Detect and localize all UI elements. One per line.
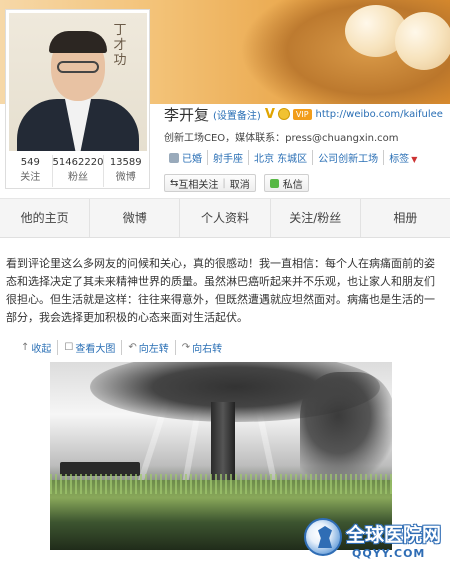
watermark-en: QQYY.COM <box>352 547 426 560</box>
tag-icon <box>169 152 179 163</box>
avatar-hair <box>49 31 107 53</box>
zoom-icon: ☐ <box>64 341 74 353</box>
collapse-button[interactable]: ↑ 收起 <box>13 340 57 355</box>
rotate-right-label: 向右转 <box>192 343 223 355</box>
follow-button[interactable]: ⇆ 互相关注 | 取消 <box>164 174 256 192</box>
stat-value: 13589 <box>109 157 142 168</box>
collapse-icon: ↑ <box>21 341 30 353</box>
stat-label: 粉丝 <box>68 172 88 183</box>
rotate-left-icon: ↶ <box>128 341 137 353</box>
hospital-logo-icon <box>304 518 342 556</box>
tab-home[interactable]: 他的主页 <box>0 199 91 237</box>
stat-value: 549 <box>20 157 40 168</box>
tag-zodiac[interactable]: 射手座 <box>207 149 248 165</box>
view-large-button[interactable]: ☐ 查看大图 <box>57 339 121 355</box>
tag-location[interactable]: 北京 东城区 <box>248 149 312 165</box>
mutual-follow-icon: ⇆ <box>170 177 179 189</box>
rotate-left-button[interactable]: ↶ 向左转 <box>121 339 174 355</box>
tag-company[interactable]: 公司创新工场 <box>312 149 383 165</box>
set-remark-link[interactable]: (设置备注) <box>213 107 261 122</box>
message-button[interactable]: 私信 <box>263 174 309 192</box>
profile-stats: 549 关注 51462220 粉丝 13589 微博 <box>9 155 147 187</box>
verified-icon: V <box>264 106 275 122</box>
profile-header: 丁 才 功 549 关注 51462220 粉丝 13589 微博 李开复 (设… <box>0 0 450 196</box>
grass-blades <box>50 474 392 494</box>
vip-badge: VIP <box>292 108 312 120</box>
rotate-left-label: 向左转 <box>138 343 169 355</box>
tab-album[interactable]: 相册 <box>361 199 450 237</box>
media-toolbar: ↑ 收起 ☐ 查看大图 ↶ 向左转 ↷ 向右转 <box>13 337 401 357</box>
triangle-down-icon: ▼ <box>411 154 418 164</box>
rotate-right-button[interactable]: ↷ 向右转 <box>174 339 228 355</box>
message-icon <box>269 178 279 188</box>
watermark-cn: 全球医院网 <box>346 524 442 546</box>
tag-label: 已婚 <box>182 153 202 165</box>
stat-value: 51462220 <box>52 157 104 168</box>
profile-name: 李开复 <box>164 105 210 124</box>
smile-icon <box>277 108 290 120</box>
post-text: 看到评论里这么多网友的问候和关心，真的很感动！我一直相信：每个人在病痛面前的姿态… <box>6 257 435 324</box>
egg-image <box>395 12 450 70</box>
site-watermark: 全球医院网 QQYY.COM <box>304 516 450 572</box>
avatar-glasses <box>57 61 99 73</box>
view-large-label: 查看大图 <box>75 343 116 355</box>
follow-label: 互相关注 <box>178 179 219 191</box>
tab-weibo[interactable]: 微博 <box>90 199 181 237</box>
tag-label: 标签 <box>389 153 410 165</box>
stat-following[interactable]: 549 关注 <box>9 155 53 187</box>
tab-profile[interactable]: 个人资料 <box>180 199 271 237</box>
profile-tabs: 他的主页 微博 个人资料 关注/粉丝 相册 <box>0 198 450 238</box>
divider: | <box>222 177 226 189</box>
profile-title: 创新工场CEO，媒体联系：press@chuangxin.com <box>164 133 399 144</box>
stat-posts[interactable]: 13589 微博 <box>104 155 147 187</box>
message-label: 私信 <box>282 179 303 191</box>
tag-marital[interactable]: 已婚 <box>164 150 207 165</box>
tag-labels[interactable]: 标签 ▼ <box>383 149 422 165</box>
profile-info: 李开复 (设置备注) V VIP http://weibo.com/kaiful… <box>164 103 444 192</box>
action-buttons: ⇆ 互相关注 | 取消 私信 <box>164 174 444 192</box>
stat-label: 微博 <box>115 172 136 183</box>
avatar[interactable]: 丁 才 功 <box>9 13 147 151</box>
profile-url[interactable]: http://weibo.com/kaifulee <box>316 109 443 120</box>
avatar-card: 丁 才 功 549 关注 51462220 粉丝 13589 微博 <box>5 9 150 189</box>
profile-tags: 已婚 射手座 北京 东城区 公司创新工场 标签 ▼ <box>164 149 444 165</box>
rotate-right-icon: ↷ <box>181 341 191 353</box>
tab-follow-fans[interactable]: 关注/粉丝 <box>271 199 361 237</box>
stat-followers[interactable]: 51462220 粉丝 <box>53 155 105 187</box>
name-row: 李开复 (设置备注) V VIP http://weibo.com/kaiful… <box>164 103 444 125</box>
collapse-label: 收起 <box>31 343 52 355</box>
unfollow-link[interactable]: 取消 <box>230 176 250 191</box>
stat-label: 关注 <box>20 172 41 183</box>
